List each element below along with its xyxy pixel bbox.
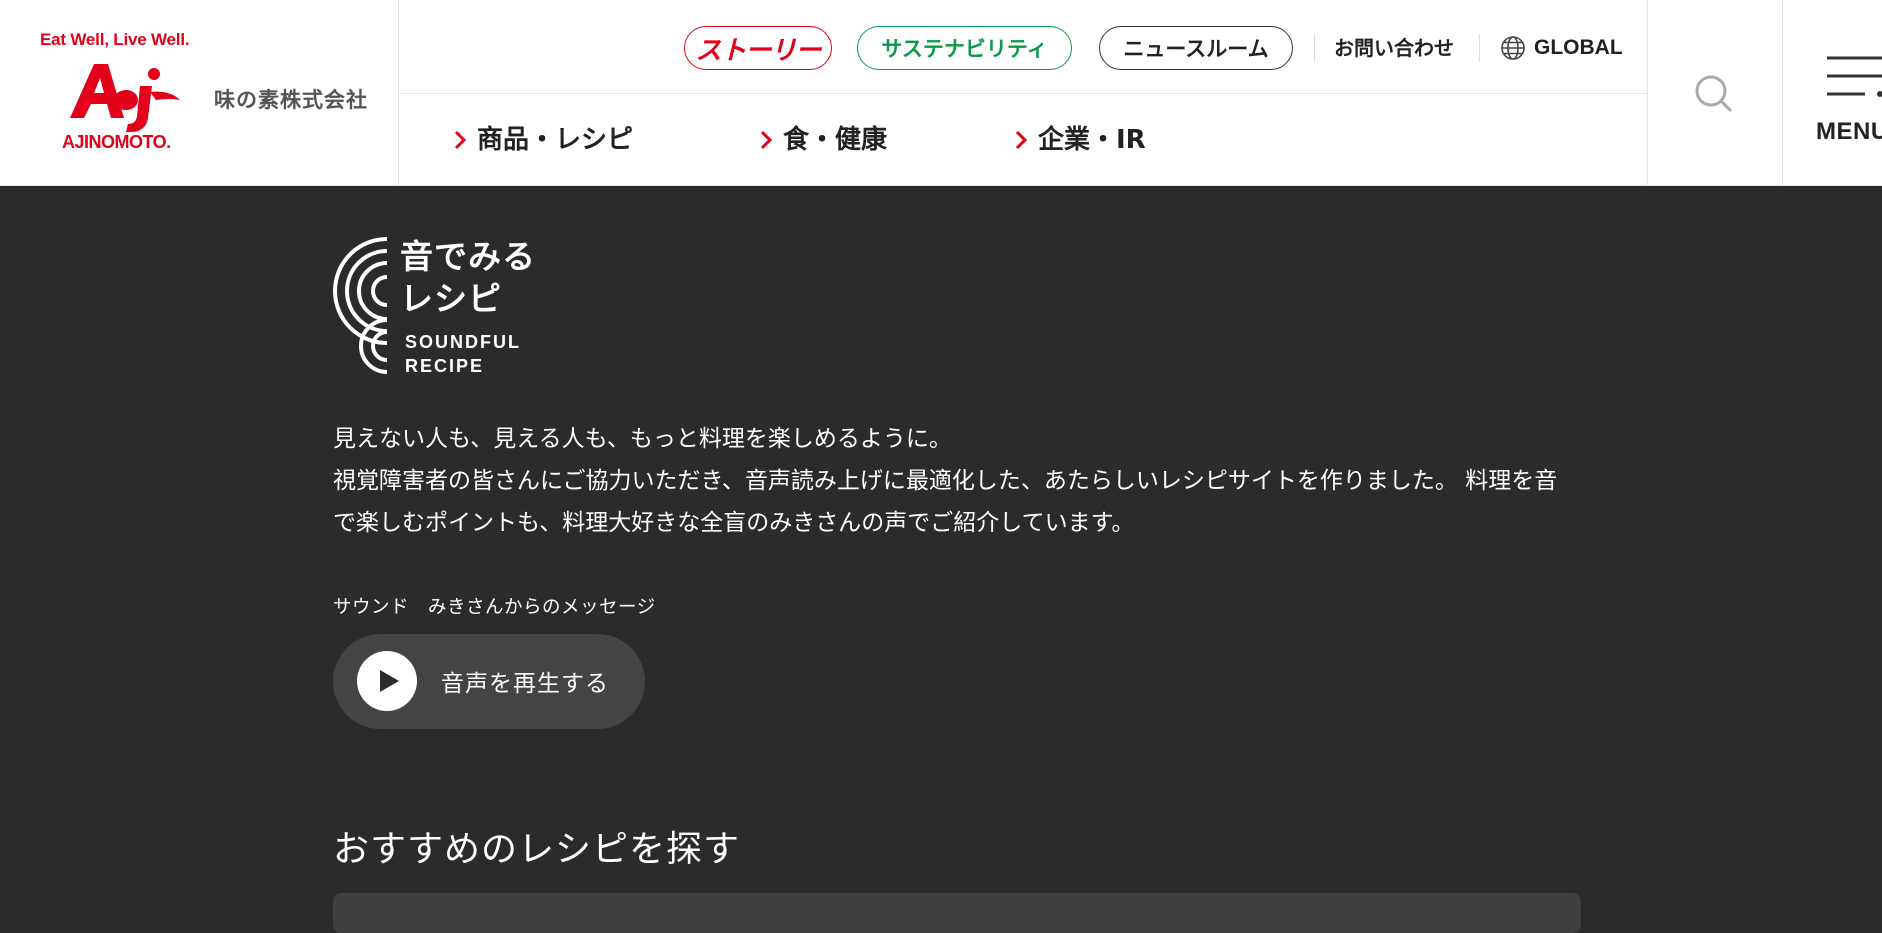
menu-button[interactable]: MENU xyxy=(1782,0,1882,186)
play-circle xyxy=(357,651,417,711)
newsroom-button[interactable]: ニュースルーム xyxy=(1099,26,1293,70)
intro-line-2: 視覚障害者の皆さんにご協力いただき、音声読み上げに最適化した、あたらしいレシピサ… xyxy=(333,468,1558,536)
main-nav: 商品・レシピ 食・健康 企業・IR xyxy=(399,94,1647,186)
recommended-recipes-heading: おすすめのレシピを探す xyxy=(333,829,741,870)
utility-divider xyxy=(1314,34,1315,62)
audio-label: サウンド みきさんからのメッセージ xyxy=(333,597,656,618)
nav-item-food-health[interactable]: 食・健康 xyxy=(759,120,887,160)
play-audio-button[interactable]: 音声を再生する xyxy=(333,634,645,729)
company-name: 味の素株式会社 xyxy=(214,88,368,112)
site-header: Eat Well, Live Well. AJINOMOTO. 味の素株式会社 … xyxy=(0,0,1882,186)
recipe-search-panel xyxy=(333,893,1581,933)
search-button[interactable] xyxy=(1647,0,1782,186)
chevron-right-icon xyxy=(760,130,773,150)
nav-item-corporate-ir[interactable]: 企業・IR xyxy=(1014,120,1146,160)
globe-icon xyxy=(1501,36,1525,60)
global-link[interactable]: GLOBAL xyxy=(1500,34,1623,62)
brand-tagline: Eat Well, Live Well. xyxy=(40,30,190,49)
soundful-recipe-title: 音でみる レシピ xyxy=(400,237,536,318)
brand-wordmark: AJINOMOTO. xyxy=(62,132,171,152)
chevron-right-icon xyxy=(1015,130,1028,150)
play-icon xyxy=(380,670,399,692)
menu-icon xyxy=(1827,56,1882,97)
play-audio-label: 音声を再生する xyxy=(441,671,609,697)
intro-text: 見えない人も、見える人も、もっと料理を楽しめるように。 視覚障害者の皆さんにご協… xyxy=(333,418,1573,544)
sustainability-button[interactable]: サステナビリティ xyxy=(857,26,1072,70)
global-label: GLOBAL xyxy=(1534,36,1623,59)
home-logo-link[interactable]: Eat Well, Live Well. AJINOMOTO. 味の素株式会社 xyxy=(0,0,399,186)
chevron-right-icon xyxy=(454,130,467,150)
nav-label: 企業・IR xyxy=(1038,125,1146,155)
soundful-recipe-subtitle: SOUNDFUL RECIPE xyxy=(405,332,521,376)
ajinomoto-logo-mark xyxy=(70,64,180,132)
contact-link[interactable]: お問い合わせ xyxy=(1334,34,1454,62)
story-button[interactable]: ストーリー xyxy=(684,26,832,70)
utility-divider xyxy=(1479,34,1480,62)
intro-line-1: 見えない人も、見える人も、もっと料理を楽しめるように。 xyxy=(333,426,952,452)
menu-label: MENU xyxy=(1816,118,1882,145)
search-icon xyxy=(1695,75,1733,113)
nav-label: 食・健康 xyxy=(783,125,888,155)
nav-item-products-recipes[interactable]: 商品・レシピ xyxy=(453,120,633,160)
nav-label: 商品・レシピ xyxy=(477,125,634,155)
utility-nav: ストーリー サステナビリティ ニュースルーム お問い合わせ GLOBAL xyxy=(399,0,1647,94)
